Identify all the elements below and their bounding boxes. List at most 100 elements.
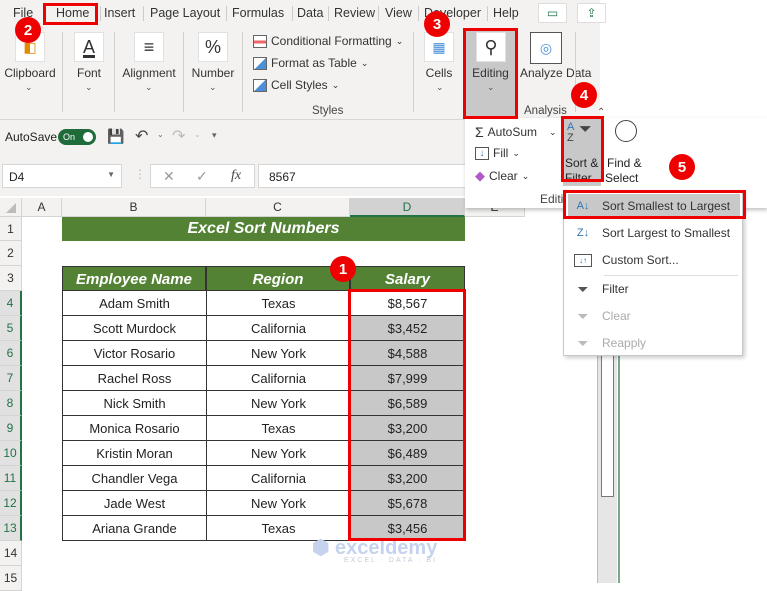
undo-icon[interactable]: ↶ [135,126,148,146]
autosum-button[interactable]: Σ AutoSum ⌄ [475,124,557,140]
cell-employee-name[interactable]: Scott Murdock [62,316,206,341]
select-all-button[interactable] [0,198,22,217]
share-button[interactable]: ⇪ [577,3,606,23]
fill-button[interactable]: ↓ Fill ⌄ [475,146,520,160]
row-header-4[interactable]: 4 [0,291,22,316]
row-header-11[interactable]: 11 [0,466,22,491]
cell-region[interactable]: New York [206,491,350,516]
menu-item-label: Sort Largest to Smallest [602,226,731,240]
row-header-7[interactable]: 7 [0,366,22,391]
step-badge-3: 3 [424,11,450,37]
redo-icon[interactable]: ↷ [172,126,185,146]
row-header-12[interactable]: 12 [0,491,22,516]
watermark-tagline: EXCEL · DATA · BI [344,557,437,564]
cell-employee-name[interactable]: Chandler Vega [62,466,206,491]
font-label: Font [76,66,101,80]
cell-region[interactable]: California [206,366,350,391]
cancel-icon[interactable]: ✕ [163,168,175,185]
format-as-table-label: Format as Table [271,56,357,70]
row-header-5[interactable]: 5 [0,316,22,341]
cell-employee-name[interactable]: Jade West [62,491,206,516]
chevron-down-icon: ⌄ [25,82,33,92]
row-header-3[interactable]: 3 [0,266,22,291]
column-header-b[interactable]: B [62,198,206,217]
cell-employee-name[interactable]: Adam Smith [62,291,206,316]
cell-employee-name[interactable]: Victor Rosario [62,341,206,366]
cell-region[interactable]: California [206,466,350,491]
sheet-title-cell[interactable]: Excel Sort Numbers [62,217,465,241]
cell-employee-name[interactable]: Kristin Moran [62,441,206,466]
formula-buttons: ✕ ✓ fx [150,164,255,188]
menu-item-clear[interactable]: ⏷ Clear [568,304,740,328]
comment-icon: ▭ [546,6,559,20]
redo-dropdown-icon[interactable]: ⌄ [194,130,201,139]
conditional-formatting-button[interactable]: Conditional Formatting ⌄ [253,34,403,48]
cell-region[interactable]: Texas [206,416,350,441]
column-header-c[interactable]: C [206,198,350,217]
cell-region[interactable]: New York [206,341,350,366]
conditional-formatting-icon [253,34,267,48]
row-header-10[interactable]: 10 [0,441,22,466]
menu-item-filter[interactable]: ⏷ Filter [568,277,740,301]
row-header-14[interactable]: 14 [0,541,22,566]
tab-formulas[interactable]: Formulas [232,6,284,20]
autosave-toggle[interactable]: On [58,129,96,145]
editing-group-label: Editi [540,192,564,206]
row-header-15[interactable]: 15 [0,566,22,591]
cell-employee-name[interactable]: Rachel Ross [62,366,206,391]
autosave-label: AutoSave [5,130,58,144]
tab-insert[interactable]: Insert [104,6,135,20]
custom-sort-icon: ↓↑ [574,253,592,267]
cell-employee-name[interactable]: Nick Smith [62,391,206,416]
row-header-2[interactable]: 2 [0,241,22,266]
cell-region[interactable]: New York [206,391,350,416]
cell-region[interactable]: California [206,316,350,341]
header-region[interactable]: Region [206,266,350,291]
tab-data[interactable]: Data [297,6,323,20]
clear-button[interactable]: ◆ Clear ⌄ [475,168,529,184]
row-header-8[interactable]: 8 [0,391,22,416]
fill-down-icon: ↓ [475,146,489,160]
column-header-a[interactable]: A [22,198,62,217]
insert-function-icon[interactable]: fx [231,168,241,184]
row-header-13[interactable]: 13 [0,516,22,541]
comments-button[interactable]: ▭ [538,3,567,23]
styles-group-label: Styles [312,105,344,117]
autosum-label: AutoSum [487,125,538,139]
tab-review[interactable]: Review [334,6,375,20]
tab-help[interactable]: Help [493,6,519,20]
save-icon[interactable]: 💾 [107,128,124,145]
clear-label: Clear [489,169,518,183]
header-salary[interactable]: Salary [350,266,465,291]
number-label: Number [191,66,235,80]
cell-styles-label: Cell Styles [271,78,328,92]
find-select-label-2: Select [605,171,639,185]
menu-item-sort-largest-to-smallest[interactable]: Z↓ Sort Largest to Smallest [568,221,740,245]
cell-region[interactable]: Texas [206,291,350,316]
cell-region[interactable]: New York [206,441,350,466]
chevron-down-icon: ⌄ [85,82,93,92]
drag-handle-icon[interactable]: ⋮ [134,167,146,181]
tab-view[interactable]: View [385,6,412,20]
alignment-label: Alignment [122,66,176,80]
menu-item-reapply[interactable]: ⏷ Reapply [568,331,740,355]
format-as-table-button[interactable]: Format as Table ⌄ [253,56,368,70]
cell-styles-button[interactable]: Cell Styles ⌄ [253,78,339,92]
cell-employee-name[interactable]: Ariana Grande [62,516,206,541]
cell-employee-name[interactable]: Monica Rosario [62,416,206,441]
row-header-9[interactable]: 9 [0,416,22,441]
column-header-d[interactable]: D [350,198,465,217]
find-select-button[interactable]: Find & Select [605,118,647,186]
chevron-down-icon[interactable]: ▼ [107,170,115,179]
customize-qat-icon[interactable]: ▾ [212,130,217,141]
row-header-6[interactable]: 6 [0,341,22,366]
row-header-1[interactable]: 1 [0,217,22,241]
undo-dropdown-icon[interactable]: ⌄ [157,130,164,139]
name-box[interactable]: D4 ▼ [2,164,122,188]
header-employee-name[interactable]: Employee Name [62,266,206,291]
tab-page-layout[interactable]: Page Layout [150,6,220,20]
scrollbar-thumb[interactable] [601,340,614,497]
menu-item-custom-sort[interactable]: ↓↑ Custom Sort... [568,248,740,272]
fill-label: Fill [493,146,509,160]
enter-icon[interactable]: ✓ [196,168,208,185]
